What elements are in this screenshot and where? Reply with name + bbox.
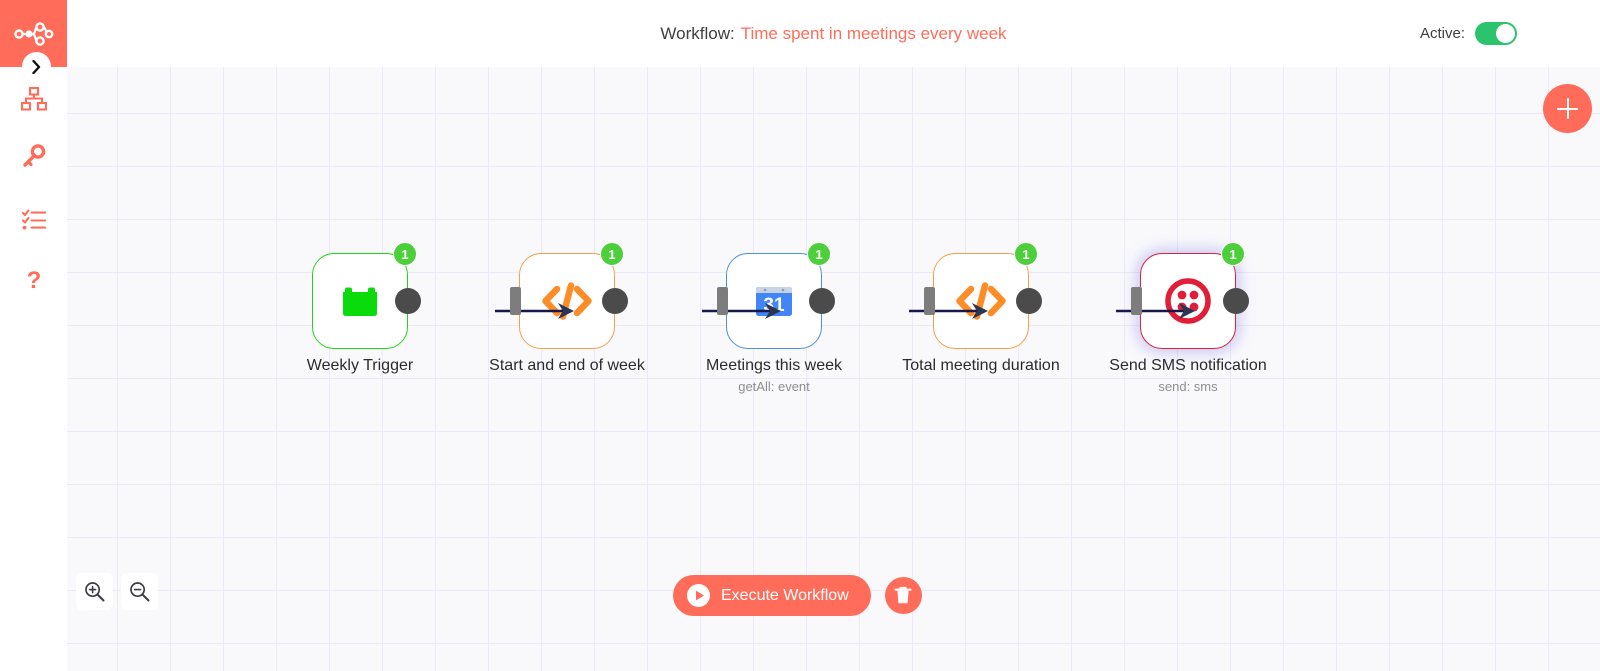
node-label: Meetings this week — [705, 357, 843, 374]
zoom-out-icon — [130, 582, 150, 602]
workflow-name[interactable]: Time spent in meetings every week — [741, 24, 1007, 44]
twilio-icon — [1165, 278, 1211, 324]
key-icon — [22, 144, 45, 167]
zoom-in-icon — [85, 582, 105, 602]
input-port[interactable] — [717, 287, 728, 315]
toggle-knob — [1496, 24, 1515, 43]
question-mark-icon: ? — [26, 269, 41, 294]
node-run-badge: 1 — [393, 242, 417, 266]
sidebar-item-help[interactable]: ? — [0, 259, 67, 305]
active-label: Active: — [1419, 25, 1465, 42]
node-label: Start and end of week — [489, 357, 645, 374]
node-run-badge: 1 — [600, 242, 624, 266]
sidebar-expand-button[interactable] — [22, 52, 51, 81]
active-control: Active: — [1420, 0, 1517, 67]
node-send-sms-notification[interactable]: 1 Send SMS notification send: sms — [1109, 242, 1267, 394]
sidebar-item-credentials[interactable] — [0, 133, 67, 179]
svg-text:31: 31 — [763, 295, 785, 316]
workflow-canvas[interactable]: 1 Weekly Trigger 1 Start and end of week… — [67, 60, 1600, 671]
calendar-green-icon — [343, 287, 377, 316]
node-label: Total meeting duration — [902, 357, 1060, 374]
top-header: Workflow: Time spent in meetings every w… — [67, 0, 1600, 67]
node-weekly-trigger-box[interactable]: 1 — [312, 242, 421, 349]
workflow-label: Workflow: — [660, 23, 735, 43]
node-subtitle: getAll: event — [738, 379, 810, 394]
zoom-out-button[interactable] — [121, 573, 158, 610]
node-meetings-this-week[interactable]: 1 31 Meetings this week getAll: event — [706, 242, 842, 394]
node-weekly-trigger[interactable]: 1 Weekly Trigger — [307, 242, 421, 374]
output-port[interactable] — [809, 288, 835, 314]
output-port[interactable] — [1016, 288, 1042, 314]
checklist-icon — [21, 209, 46, 229]
active-toggle[interactable] — [1475, 22, 1517, 45]
execute-workflow-label: Execute Workflow — [721, 586, 849, 604]
node-label: Weekly Trigger — [306, 357, 414, 374]
workflow-title: Workflow: Time spent in meetings every w… — [67, 0, 1600, 67]
google-calendar-icon: 31 — [756, 287, 792, 316]
input-port[interactable] — [1131, 287, 1142, 315]
code-icon — [956, 282, 1006, 320]
add-node-button[interactable] — [1543, 84, 1592, 133]
node-meetings-this-week-box[interactable]: 1 31 — [717, 242, 835, 349]
delete-button[interactable] — [884, 577, 922, 614]
output-port[interactable] — [395, 288, 421, 314]
node-start-and-end-of-week[interactable]: 1 Start and end of week — [489, 242, 645, 374]
node-run-badge: 1 — [1221, 242, 1245, 266]
node-total-meeting-duration-box[interactable]: 1 — [924, 242, 1042, 349]
input-port[interactable] — [924, 287, 935, 315]
node-run-badge: 1 — [807, 242, 831, 266]
svg-text:?: ? — [26, 269, 41, 294]
execution-toolbar: Execute Workflow — [673, 575, 922, 616]
output-port[interactable] — [602, 288, 628, 314]
node-subtitle: send: sms — [1158, 379, 1218, 394]
node-label: Send SMS notification — [1109, 357, 1267, 374]
input-port[interactable] — [510, 287, 521, 315]
sidebar-item-executions[interactable] — [0, 196, 67, 242]
n8n-logo-icon — [13, 21, 53, 46]
plus-icon — [1557, 98, 1578, 119]
node-run-badge: 1 — [1014, 242, 1038, 266]
zoom-in-button[interactable] — [76, 573, 113, 610]
sitemap-icon — [20, 87, 47, 111]
code-icon — [542, 282, 592, 320]
node-total-meeting-duration[interactable]: 1 Total meeting duration — [902, 242, 1060, 374]
sidebar: ? — [0, 0, 67, 671]
play-icon — [687, 584, 710, 607]
execute-workflow-button[interactable]: Execute Workflow — [673, 575, 871, 616]
n8n-workflow-editor: ? Workflow: Time spent in meetings every… — [0, 0, 1600, 671]
output-port[interactable] — [1223, 288, 1249, 314]
chevron-right-icon — [32, 59, 41, 74]
sidebar-item-workflows[interactable] — [0, 76, 67, 122]
node-send-sms-notification-box[interactable]: 1 — [1131, 242, 1249, 349]
trash-icon — [894, 586, 912, 604]
node-start-and-end-of-week-box[interactable]: 1 — [510, 242, 628, 349]
